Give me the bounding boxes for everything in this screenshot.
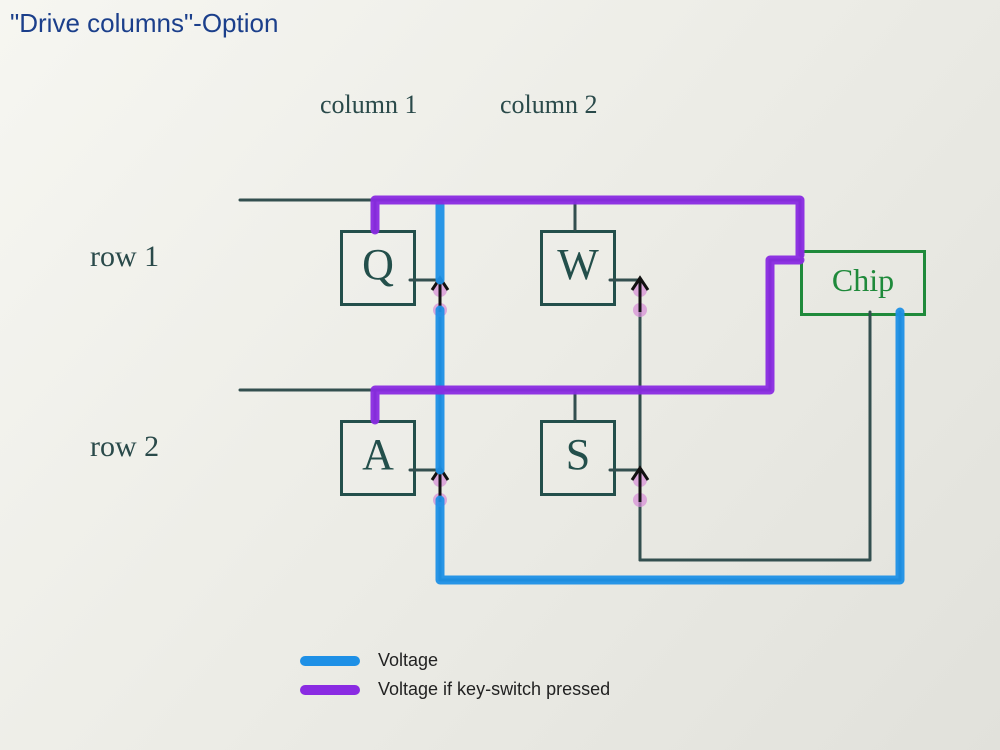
column-1-label: column 1: [320, 90, 418, 120]
legend-voltage-pressed-label: Voltage if key-switch pressed: [378, 679, 610, 700]
column-2-label: column 2: [500, 90, 598, 120]
row-2-label: row 2: [90, 430, 159, 464]
legend-swatch-voltage-pressed: [300, 685, 360, 695]
legend-voltage: Voltage: [300, 650, 610, 671]
legend-voltage-label: Voltage: [378, 650, 438, 671]
diagram-title: "Drive columns"-Option: [10, 8, 278, 39]
legend-voltage-pressed: Voltage if key-switch pressed: [300, 679, 610, 700]
legend-swatch-voltage: [300, 656, 360, 666]
chip-box: Chip: [800, 250, 926, 316]
legend: Voltage Voltage if key-switch pressed: [300, 650, 610, 708]
row-1-label: row 1: [90, 240, 159, 274]
key-s: S: [540, 420, 616, 496]
key-w: W: [540, 230, 616, 306]
key-q: Q: [340, 230, 416, 306]
key-a: A: [340, 420, 416, 496]
